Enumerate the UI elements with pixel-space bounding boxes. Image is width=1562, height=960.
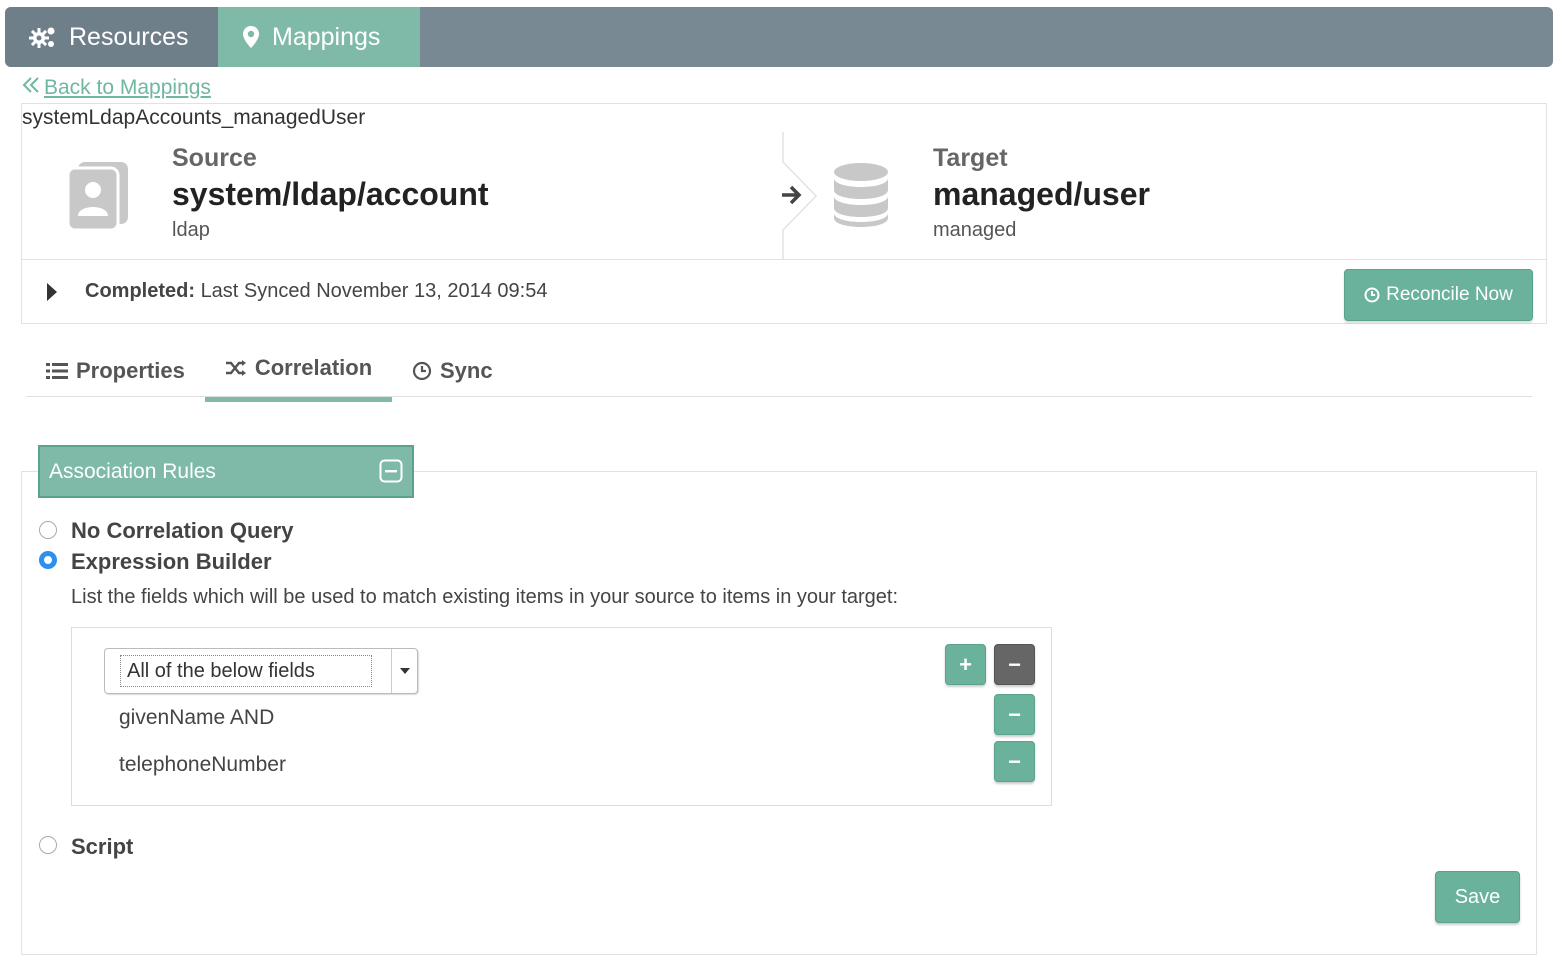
map-marker-icon [242,25,260,49]
back-to-mappings-link[interactable]: Back to Mappings [22,76,211,100]
panel-title: Association Rules [49,459,216,483]
nav-tab-label: Mappings [272,22,381,51]
status-text: Last Synced November 13, 2014 09:54 [200,280,548,302]
expression-help-text: List the fields which will be used to ma… [71,586,899,608]
target-name: managed/user [933,176,1150,212]
radio-script[interactable] [39,836,57,854]
mapping-tabs: Properties Correlation Sync [26,345,1532,402]
save-button[interactable]: Save [1435,871,1520,923]
tab-sync[interactable]: Sync [412,345,493,402]
double-chevron-left-icon [22,76,40,100]
gears-icon [29,25,57,49]
radio-no-correlation[interactable] [39,521,57,539]
minus-icon: − [1008,651,1021,677]
option-no-correlation-label: No Correlation Query [71,518,294,543]
top-navbar: Resources Mappings [5,7,1553,67]
option-script-label: Script [71,834,134,859]
add-field-button[interactable]: + [945,644,986,685]
tab-properties[interactable]: Properties [46,345,185,402]
mapping-name: systemLdapAccounts_managedUser [22,106,366,129]
caret-right-icon[interactable] [46,282,58,307]
radio-expression-builder[interactable] [39,551,57,569]
plus-icon: + [959,651,972,677]
tab-label: Properties [76,357,185,383]
nav-tab-mappings[interactable]: Mappings [218,7,420,67]
shuffle-icon [225,359,247,377]
clock-icon [1364,287,1380,303]
source-account-icon [66,160,130,235]
tab-correlation[interactable]: Correlation [205,345,392,402]
reconcile-now-button[interactable]: Reconcile Now [1344,269,1533,321]
association-rules-heading[interactable]: Association Rules [38,445,414,498]
select-value: All of the below fields [120,655,372,687]
target-type: managed [933,219,1017,241]
mapping-header-card: Source system/ldap/account ldap Target m… [21,103,1547,324]
remove-field-button[interactable]: − [994,741,1035,782]
arrow-right-icon [780,182,802,213]
field-item: givenName AND [119,706,275,729]
nav-tab-resources[interactable]: Resources [5,7,218,67]
target-label: Target [933,144,1008,172]
save-label: Save [1454,885,1501,908]
nav-tab-label: Resources [69,22,189,51]
tab-label: Correlation [254,355,373,380]
remove-group-button[interactable]: − [994,644,1035,685]
option-expression-builder-label: Expression Builder [71,549,272,574]
caret-down-icon[interactable] [391,649,417,693]
match-mode-select[interactable]: All of the below fields [104,648,418,694]
minus-icon: − [1008,701,1021,727]
database-icon [832,162,890,233]
clock-icon [412,361,432,381]
collapse-icon[interactable] [379,459,403,489]
field-item: telephoneNumber [119,753,286,776]
reconcile-label: Reconcile Now [1386,284,1513,305]
minus-icon: − [1008,748,1021,774]
source-label: Source [172,144,257,172]
list-icon [46,362,68,380]
expression-builder-box: All of the below fields + − givenName AN… [71,627,1052,806]
source-type: ldap [172,219,210,241]
sync-status-row: Completed: Last Synced November 13, 2014… [22,261,1546,325]
remove-field-button[interactable]: − [994,694,1035,735]
sync-status: Completed: Last Synced November 13, 2014… [85,280,547,303]
source-name: system/ldap/account [172,176,489,212]
status-label: Completed: [85,280,195,302]
tab-label: Sync [440,357,493,383]
back-link-label: Back to Mappings [44,76,211,99]
